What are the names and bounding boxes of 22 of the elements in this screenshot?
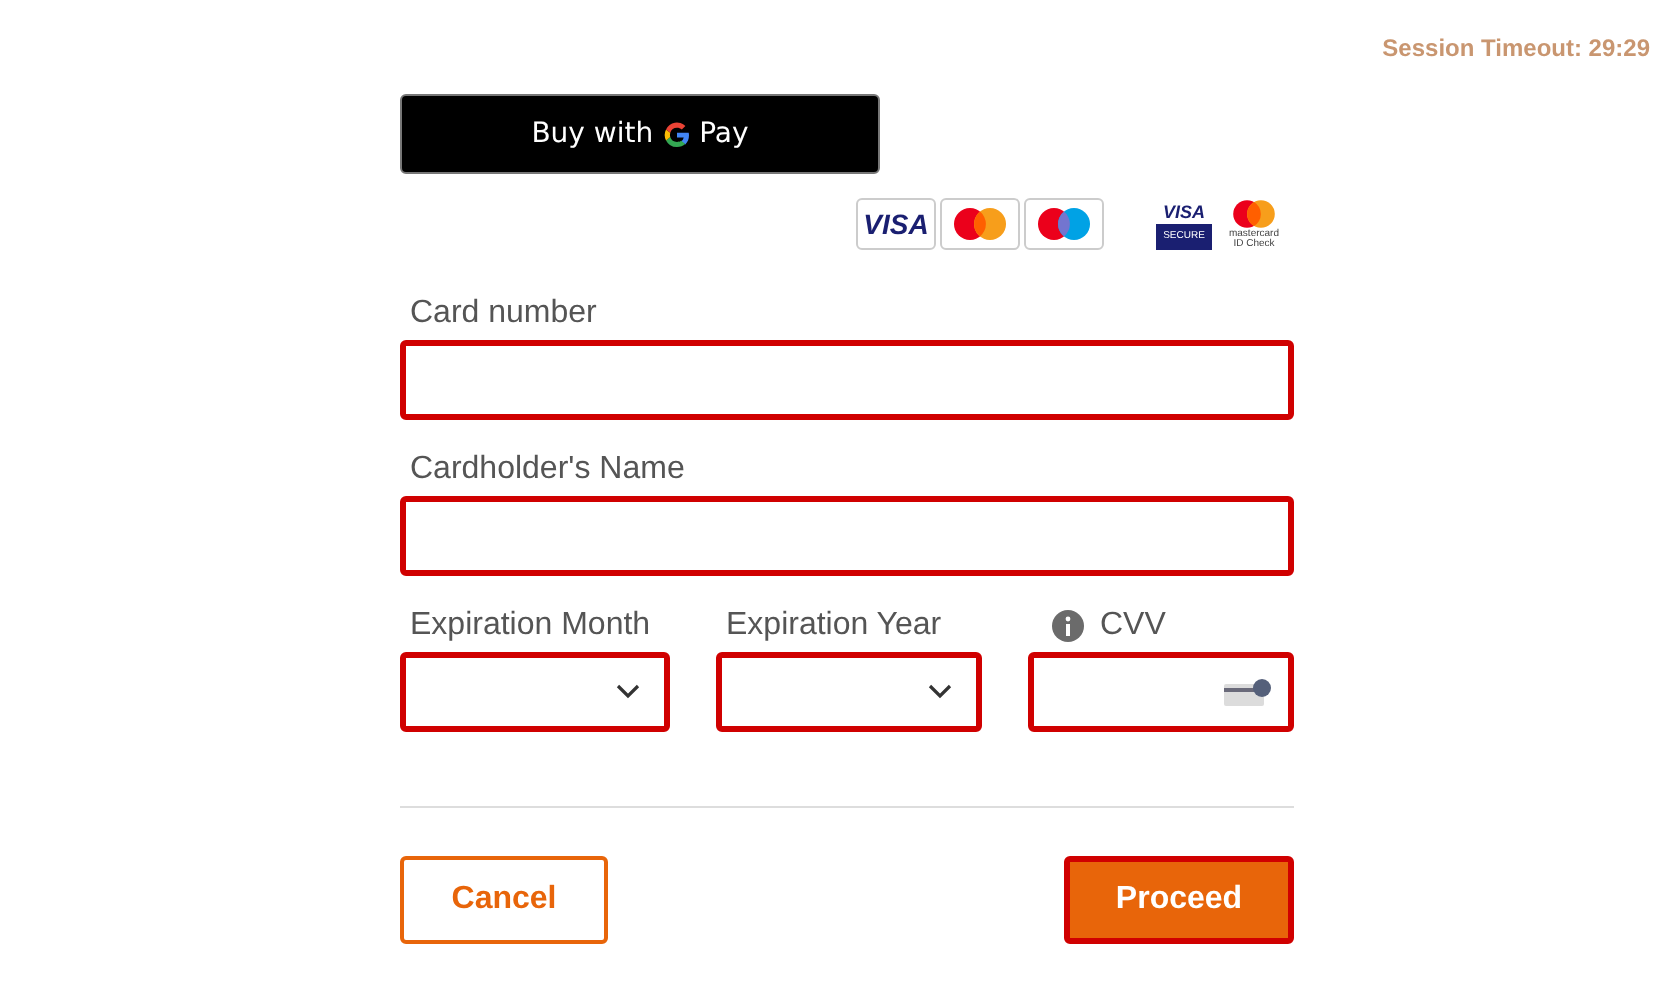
- field-label: Card number: [410, 296, 597, 332]
- input-field[interactable]: [400, 340, 1294, 420]
- field-label: Cardholder's Name: [410, 452, 685, 488]
- visa-logo: VISA: [856, 198, 936, 250]
- card-back-icon: [1224, 678, 1272, 706]
- input-field[interactable]: [1028, 652, 1294, 732]
- field-label: CVV: [1100, 608, 1166, 644]
- dropdown[interactable]: [716, 652, 982, 732]
- maestro-logo: [1024, 198, 1104, 250]
- chevron-down-icon: [616, 684, 640, 700]
- session-timeout: Session Timeout: 29:29: [1382, 34, 1650, 60]
- info-icon[interactable]: [1052, 610, 1084, 642]
- g-logo-icon: [661, 119, 692, 149]
- cancel-button[interactable]: Cancel: [400, 856, 608, 944]
- google-pay-button[interactable]: Buy with Pay: [400, 94, 880, 174]
- chevron-down-icon: [928, 684, 952, 700]
- mastercard-logo: [940, 198, 1020, 250]
- input-field[interactable]: [400, 496, 1294, 576]
- field-label: Expiration Year: [726, 608, 942, 644]
- proceed-button[interactable]: Proceed: [1064, 856, 1294, 944]
- dropdown[interactable]: [400, 652, 670, 732]
- field-label: Expiration Month: [410, 608, 651, 644]
